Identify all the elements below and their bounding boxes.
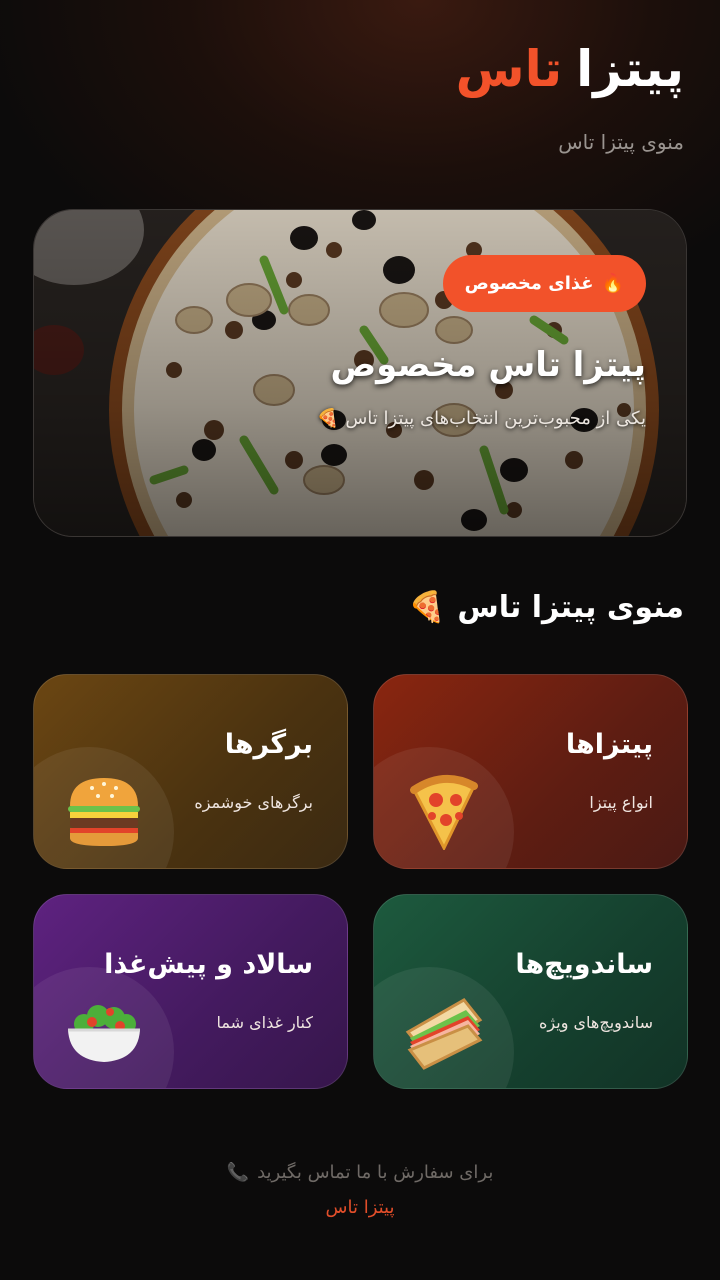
- brand-word-tas: تاس: [455, 40, 563, 98]
- phone-icon[interactable]: 📞: [227, 1162, 249, 1183]
- sandwich-icon: [405, 998, 483, 1070]
- page-subtitle: منوی پیتزا تاس: [558, 130, 684, 154]
- category-title: پیتزاها: [565, 729, 653, 760]
- contact-line: برای سفارش با ما تماس بگیرید 📞: [0, 1162, 720, 1183]
- category-title: ساندویچ‌ها: [515, 949, 653, 980]
- category-subtitle: برگرهای خوشمزه: [194, 793, 313, 812]
- salad-icon: [68, 1005, 140, 1062]
- featured-title: پیتزا تاس مخصوص: [330, 345, 646, 385]
- brand-word-pizza: پیتزا: [576, 40, 684, 98]
- category-card-burgers[interactable]: برگرها برگرهای خوشمزه: [33, 674, 348, 869]
- pizza-icon: 🍕: [316, 408, 340, 429]
- footer-brand-link[interactable]: پیتزا تاس: [0, 1197, 720, 1218]
- featured-description-text: یکی از محبوب‌ترین انتخاب‌های پیتزا تاس: [345, 408, 646, 429]
- category-card-salads[interactable]: سالاد و پیش‌غذا کنار غذای شما: [33, 894, 348, 1089]
- pizza-icon: 🍕: [408, 590, 446, 625]
- category-card-sandwiches[interactable]: ساندویچ‌ها ساندویچ‌های ویژه: [373, 894, 688, 1089]
- fire-icon: 🔥: [601, 273, 624, 294]
- category-title: سالاد و پیش‌غذا: [104, 949, 313, 980]
- featured-banner[interactable]: 🔥 غذای مخصوص پیتزا تاس مخصوص یکی از محبو…: [33, 209, 687, 537]
- featured-description: یکی از محبوب‌ترین انتخاب‌های پیتزا تاس 🍕: [317, 408, 646, 429]
- page-header: پیتزا تاس منوی پیتزا تاس: [456, 34, 684, 154]
- contact-text: برای سفارش با ما تماس بگیرید: [257, 1162, 494, 1183]
- special-dish-badge: 🔥 غذای مخصوص: [442, 255, 646, 312]
- category-subtitle: انواع پیتزا: [589, 793, 653, 812]
- category-subtitle: کنار غذای شما: [216, 1013, 313, 1032]
- category-subtitle: ساندویچ‌های ویژه: [539, 1013, 653, 1032]
- burger-icon: [68, 778, 140, 846]
- pizza-slice-icon: [410, 774, 478, 850]
- page-footer: برای سفارش با ما تماس بگیرید 📞 پیتزا تاس: [0, 1162, 720, 1218]
- brand-title: پیتزا تاس: [456, 34, 684, 104]
- category-card-pizzas[interactable]: پیتزاها انواع پیتزا: [373, 674, 688, 869]
- category-title: برگرها: [224, 729, 313, 760]
- badge-label: غذای مخصوص: [464, 273, 594, 294]
- menu-title-text: منوی پیتزا تاس: [457, 590, 684, 625]
- menu-section-title: منوی پیتزا تاس 🍕: [408, 590, 684, 625]
